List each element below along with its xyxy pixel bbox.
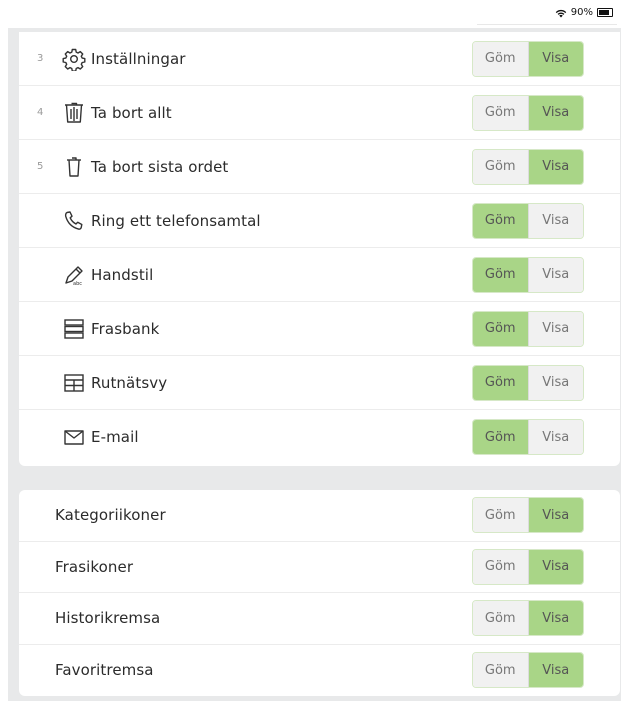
handwriting-icon: abc xyxy=(62,263,86,287)
display-options-section: Kategoriikoner Göm Visa Frasikoner Göm Visa Hi… xyxy=(19,490,620,696)
tool-row: Rutnätsvy Göm Visa xyxy=(19,356,620,410)
display-option-row: Kategoriikoner Göm Visa xyxy=(19,490,620,542)
status-indicators: 90% xyxy=(555,7,613,18)
hide-button[interactable]: Göm xyxy=(473,549,528,584)
settings-screen: 90% 3 Inställningar Göm Visa 4 Ta bort allt Gö… xyxy=(0,0,621,701)
row-label: Favoritremsa xyxy=(55,661,154,680)
phrasebank-icon xyxy=(62,317,86,341)
show-button[interactable]: Visa xyxy=(527,498,583,533)
trash-all-icon xyxy=(62,101,86,125)
show-button[interactable]: Visa xyxy=(527,653,583,688)
hide-show-toggle: Göm Visa xyxy=(472,94,584,131)
battery-percentage: 90% xyxy=(570,7,593,18)
row-label: Rutnätsvy xyxy=(91,373,168,392)
show-button[interactable]: Visa xyxy=(527,311,583,346)
hide-button[interactable]: Göm xyxy=(473,257,528,292)
row-label: Frasikoner xyxy=(55,557,134,576)
display-option-row: Frasikoner Göm Visa xyxy=(19,542,620,593)
status-divider xyxy=(477,24,617,25)
hide-show-toggle: Göm Visa xyxy=(472,497,584,534)
row-label: E-mail xyxy=(91,428,139,446)
battery-icon xyxy=(597,8,613,17)
trash-icon xyxy=(62,155,86,179)
hide-show-toggle: Göm Visa xyxy=(472,548,584,585)
row-label: Ta bort allt xyxy=(91,103,172,122)
show-button[interactable]: Visa xyxy=(527,41,583,76)
hide-show-toggle: Göm Visa xyxy=(472,652,584,689)
tool-row: 3 Inställningar Göm Visa xyxy=(19,32,620,86)
row-label: Frasbank xyxy=(91,319,160,338)
show-button[interactable]: Visa xyxy=(527,549,583,584)
tool-row: 4 Ta bort allt Göm Visa xyxy=(19,86,620,140)
row-label: Ring ett telefonsamtal xyxy=(91,211,261,230)
hide-button[interactable]: Göm xyxy=(473,498,528,533)
show-button[interactable]: Visa xyxy=(527,203,583,238)
row-label: Kategoriikoner xyxy=(55,506,166,525)
status-bar: 90% xyxy=(0,0,621,28)
tool-row: Frasbank Göm Visa xyxy=(19,302,620,356)
hide-show-toggle: Göm Visa xyxy=(472,202,584,239)
show-button[interactable]: Visa xyxy=(527,149,583,184)
phone-icon xyxy=(62,209,86,233)
row-number: 5 xyxy=(37,161,44,172)
show-button[interactable]: Visa xyxy=(527,365,583,400)
hide-show-toggle: Göm Visa xyxy=(472,256,584,293)
hide-show-toggle: Göm Visa xyxy=(472,364,584,401)
row-number: 4 xyxy=(37,107,44,118)
hide-button[interactable]: Göm xyxy=(473,41,528,76)
row-number: 3 xyxy=(37,53,44,64)
tool-row: abc Handstil Göm Visa xyxy=(19,248,620,302)
email-icon xyxy=(62,425,86,449)
tool-row: E-mail Göm Visa xyxy=(19,410,620,464)
grid-view-icon xyxy=(62,371,86,395)
show-button[interactable]: Visa xyxy=(527,420,583,454)
hide-show-toggle: Göm Visa xyxy=(472,148,584,185)
hide-button[interactable]: Göm xyxy=(473,601,528,636)
hide-show-toggle: Göm Visa xyxy=(472,419,584,455)
show-button[interactable]: Visa xyxy=(527,601,583,636)
hide-show-toggle: Göm Visa xyxy=(472,310,584,347)
hide-button[interactable]: Göm xyxy=(473,653,528,688)
hide-button[interactable]: Göm xyxy=(473,95,528,130)
hide-show-toggle: Göm Visa xyxy=(472,600,584,637)
hide-button[interactable]: Göm xyxy=(473,420,528,454)
hide-button[interactable]: Göm xyxy=(473,365,528,400)
row-label: Handstil xyxy=(91,265,154,284)
hide-button[interactable]: Göm xyxy=(473,311,528,346)
gear-icon xyxy=(62,47,86,71)
svg-text:abc: abc xyxy=(73,281,82,287)
display-option-row: Favoritremsa Göm Visa xyxy=(19,645,620,697)
tool-row: Ring ett telefonsamtal Göm Visa xyxy=(19,194,620,248)
tool-row: 5 Ta bort sista ordet Göm Visa xyxy=(19,140,620,194)
row-label: Historikremsa xyxy=(55,609,161,628)
toolbar-buttons-section: 3 Inställningar Göm Visa 4 Ta bort allt Göm Vis… xyxy=(19,32,620,466)
row-label: Ta bort sista ordet xyxy=(91,157,229,176)
display-option-row: Historikremsa Göm Visa xyxy=(19,593,620,645)
row-label: Inställningar xyxy=(91,49,186,68)
wifi-icon xyxy=(555,8,567,18)
hide-button[interactable]: Göm xyxy=(473,203,528,238)
show-button[interactable]: Visa xyxy=(527,257,583,292)
hide-button[interactable]: Göm xyxy=(473,149,528,184)
hide-show-toggle: Göm Visa xyxy=(472,40,584,77)
show-button[interactable]: Visa xyxy=(527,95,583,130)
